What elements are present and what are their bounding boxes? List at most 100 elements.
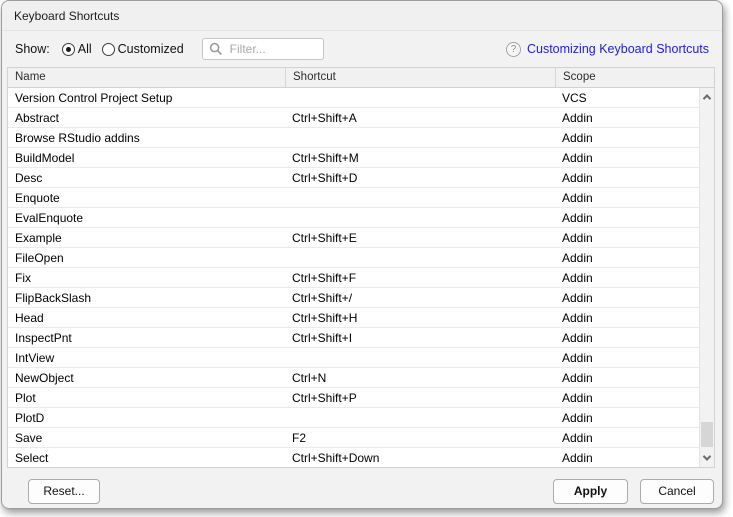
cell-scope: Addin <box>555 448 714 467</box>
cell-scope: Addin <box>555 348 714 367</box>
cell-shortcut: Ctrl+N <box>285 368 555 387</box>
table-row[interactable]: NewObjectCtrl+NAddin <box>8 368 714 388</box>
cell-shortcut <box>285 248 555 267</box>
cell-scope: Addin <box>555 368 714 387</box>
cell-scope: Addin <box>555 328 714 347</box>
cell-name: Desc <box>8 168 285 187</box>
search-icon <box>209 42 223 56</box>
cell-scope: Addin <box>555 168 714 187</box>
cell-scope: Addin <box>555 128 714 147</box>
cell-shortcut: Ctrl+Shift+P <box>285 388 555 407</box>
radio-customized-circle[interactable] <box>102 43 115 56</box>
shortcuts-table: Name Shortcut Scope Version Control Proj… <box>7 67 715 468</box>
cell-name: IntView <box>8 348 285 367</box>
table-row[interactable]: DescCtrl+Shift+DAddin <box>8 168 714 188</box>
scroll-down-button[interactable] <box>700 451 714 465</box>
cell-shortcut: Ctrl+Shift+H <box>285 308 555 327</box>
cell-shortcut <box>285 348 555 367</box>
table-body: Version Control Project SetupVCSAbstract… <box>8 88 714 467</box>
customizing-shortcuts-link[interactable]: Customizing Keyboard Shortcuts <box>527 42 709 56</box>
cell-scope: Addin <box>555 148 714 167</box>
cell-scope: Addin <box>555 268 714 287</box>
table-row[interactable]: Browse RStudio addins Addin <box>8 128 714 148</box>
keyboard-shortcuts-dialog: Keyboard Shortcuts Show: All Customized <box>1 0 723 509</box>
cell-shortcut <box>285 408 555 427</box>
cancel-button[interactable]: Cancel <box>640 479 714 504</box>
cell-scope: Addin <box>555 248 714 267</box>
cell-scope: Addin <box>555 108 714 127</box>
filter-field-wrap <box>202 38 324 60</box>
column-header-shortcut[interactable]: Shortcut <box>285 68 555 87</box>
cell-name: Plot <box>8 388 285 407</box>
table-row[interactable]: SaveF2Addin <box>8 428 714 448</box>
cell-scope: Addin <box>555 228 714 247</box>
table-row[interactable]: EvalEnquoteAddin <box>8 208 714 228</box>
cell-scope: Addin <box>555 428 714 447</box>
cell-shortcut: Ctrl+Shift+I <box>285 328 555 347</box>
cell-shortcut <box>285 188 555 207</box>
cell-name: Head <box>8 308 285 327</box>
cell-shortcut <box>285 208 555 227</box>
cell-name: BuildModel <box>8 148 285 167</box>
column-header-scope[interactable]: Scope <box>555 68 714 87</box>
apply-button[interactable]: Apply <box>553 479 628 504</box>
cell-scope: Addin <box>555 288 714 307</box>
column-header-name[interactable]: Name <box>8 68 285 87</box>
cell-shortcut: Ctrl+Shift+Down <box>285 448 555 467</box>
cell-shortcut: Ctrl+Shift+/ <box>285 288 555 307</box>
cell-shortcut <box>285 88 555 107</box>
scroll-up-button[interactable] <box>700 90 714 104</box>
table-row[interactable]: PlotCtrl+Shift+PAddin <box>8 388 714 408</box>
table-row[interactable]: SelectCtrl+Shift+DownAddin <box>8 448 714 467</box>
table-row[interactable]: PlotD Addin <box>8 408 714 428</box>
cell-scope: Addin <box>555 408 714 427</box>
reset-button[interactable]: Reset... <box>28 479 100 504</box>
table-row[interactable]: AbstractCtrl+Shift+AAddin <box>8 108 714 128</box>
table-row[interactable]: BuildModelCtrl+Shift+MAddin <box>8 148 714 168</box>
scrollbar-thumb[interactable] <box>701 422 713 447</box>
cell-name: Enquote <box>8 188 285 207</box>
cell-name: Fix <box>8 268 285 287</box>
cell-name: Browse RStudio addins <box>8 128 285 147</box>
cell-shortcut: Ctrl+Shift+E <box>285 228 555 247</box>
cell-scope: Addin <box>555 308 714 327</box>
cell-shortcut: Ctrl+Shift+A <box>285 108 555 127</box>
cell-name: EvalEnquote <box>8 208 285 227</box>
cell-shortcut: Ctrl+Shift+F <box>285 268 555 287</box>
table-row[interactable]: Enquote Addin <box>8 188 714 208</box>
cell-shortcut: F2 <box>285 428 555 447</box>
radio-all-circle[interactable] <box>62 43 75 56</box>
show-label: Show: <box>15 42 50 56</box>
chevron-up-icon <box>703 94 711 102</box>
help-icon[interactable]: ? <box>506 42 521 57</box>
cell-scope: Addin <box>555 388 714 407</box>
radio-all[interactable]: All <box>62 42 92 56</box>
table-row[interactable]: FileOpen Addin <box>8 248 714 268</box>
cell-name: Abstract <box>8 108 285 127</box>
radio-customized[interactable]: Customized <box>102 42 184 56</box>
dialog-titlebar[interactable]: Keyboard Shortcuts <box>2 1 722 31</box>
cell-scope: Addin <box>555 188 714 207</box>
help-area: ? Customizing Keyboard Shortcuts <box>506 42 709 57</box>
cell-name: Example <box>8 228 285 247</box>
cell-name: NewObject <box>8 368 285 387</box>
chevron-down-icon <box>703 452 711 460</box>
table-row[interactable]: HeadCtrl+Shift+HAddin <box>8 308 714 328</box>
table-row[interactable]: FlipBackSlashCtrl+Shift+/Addin <box>8 288 714 308</box>
cell-name: Select <box>8 448 285 467</box>
filter-toolbar: Show: All Customized ? <box>2 31 722 67</box>
cell-name: PlotD <box>8 408 285 427</box>
cell-shortcut <box>285 128 555 147</box>
table-row[interactable]: InspectPntCtrl+Shift+IAddin <box>8 328 714 348</box>
screen: Keyboard Shortcuts Show: All Customized <box>0 0 733 517</box>
cell-shortcut: Ctrl+Shift+M <box>285 148 555 167</box>
table-row[interactable]: IntView Addin <box>8 348 714 368</box>
vertical-scrollbar[interactable] <box>699 88 714 467</box>
cell-scope: VCS <box>555 88 714 107</box>
cell-name: Version Control Project Setup <box>8 88 285 107</box>
table-header: Name Shortcut Scope <box>8 68 714 88</box>
table-row[interactable]: FixCtrl+Shift+FAddin <box>8 268 714 288</box>
table-row[interactable]: ExampleCtrl+Shift+EAddin <box>8 228 714 248</box>
cell-name: FileOpen <box>8 248 285 267</box>
table-row[interactable]: Version Control Project Setup VCS <box>8 88 714 108</box>
